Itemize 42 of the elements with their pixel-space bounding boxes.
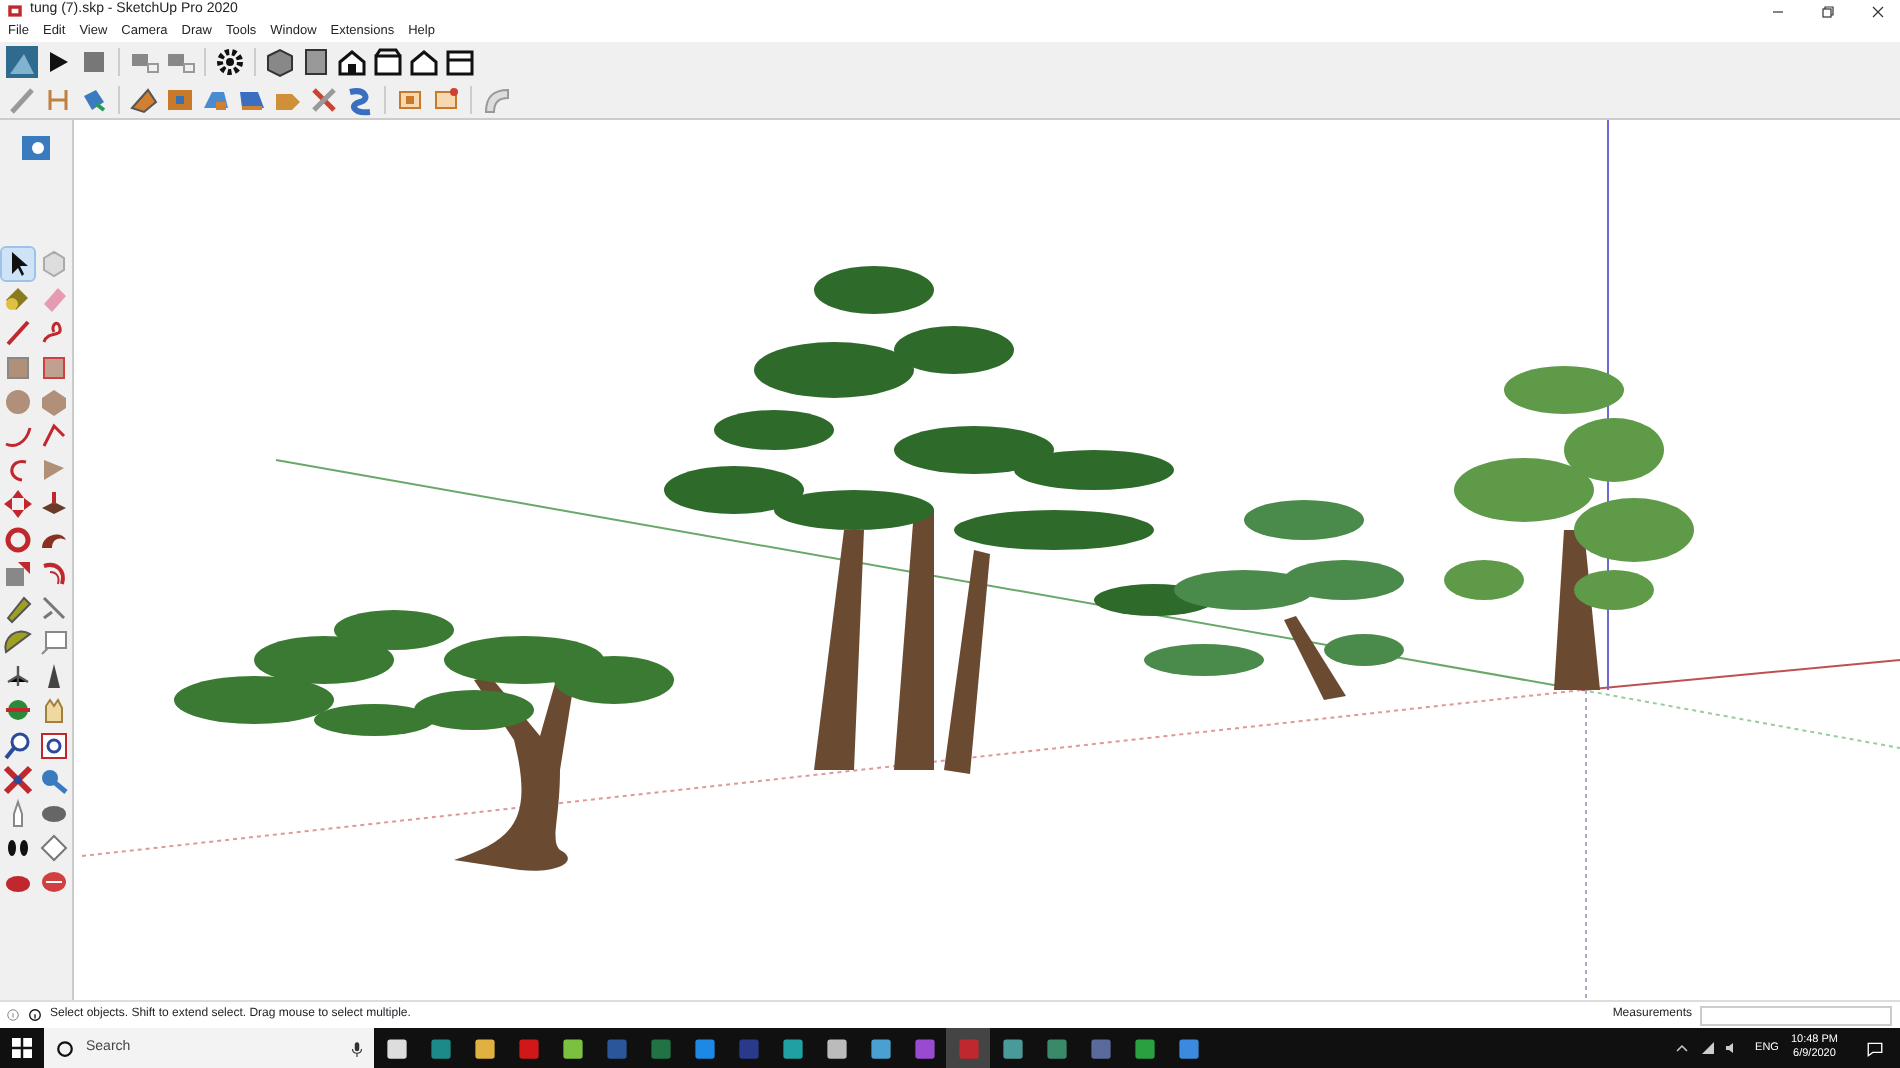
wedge-shape-icon[interactable]	[128, 83, 160, 115]
house-outline-icon[interactable]	[408, 45, 440, 77]
cross-icon[interactable]	[308, 83, 340, 115]
rotated-rectangle-icon[interactable]	[38, 351, 70, 384]
cube-view-icon[interactable]	[264, 45, 296, 77]
scale-icon[interactable]	[2, 557, 34, 590]
measurements-field[interactable]	[1700, 1005, 1892, 1025]
arc-two-point-icon[interactable]	[38, 419, 70, 452]
chevron-up-icon[interactable]	[1673, 1040, 1690, 1056]
protractor-icon[interactable]	[2, 626, 34, 659]
bucket-icon[interactable]	[2, 282, 34, 315]
restore-icon[interactable]	[1820, 3, 1836, 19]
box-front-icon[interactable]	[444, 45, 476, 77]
frame-corner-icon[interactable]	[430, 83, 462, 115]
zoom-icon[interactable]	[2, 729, 34, 762]
polygon-icon[interactable]	[38, 385, 70, 418]
swirl-icon[interactable]	[344, 83, 376, 115]
app-logo-icon	[6, 2, 24, 20]
scene-thumbnail-icon[interactable]	[6, 45, 38, 77]
close-icon[interactable]	[1870, 3, 1886, 19]
box-lid-icon[interactable]	[372, 45, 404, 77]
zoom-extents-icon[interactable]	[2, 763, 34, 796]
move-icon[interactable]	[2, 488, 34, 521]
rectangle-icon[interactable]	[2, 351, 34, 384]
help-icon[interactable]	[6, 1008, 20, 1022]
settings-icon[interactable]	[214, 45, 246, 77]
box-view-icon[interactable]	[300, 45, 332, 77]
search-icon[interactable]	[56, 1039, 74, 1057]
circle-icon[interactable]	[2, 385, 34, 418]
house-icon[interactable]	[336, 45, 368, 77]
section-plane-icon[interactable]	[38, 832, 70, 865]
dimension-arrows-icon[interactable]	[38, 591, 70, 624]
rotate-icon[interactable]	[2, 523, 34, 555]
zoom-window-icon[interactable]	[38, 729, 70, 762]
offset-icon[interactable]	[38, 557, 70, 590]
line-pencil-icon[interactable]	[2, 316, 34, 349]
notification-icon[interactable]	[1866, 1039, 1884, 1057]
microphone-icon[interactable]	[348, 1039, 366, 1057]
info-icon[interactable]	[28, 1008, 42, 1022]
windows-logo-icon[interactable]	[12, 1038, 32, 1058]
network-icon[interactable]	[1699, 1040, 1716, 1056]
tape-measure-icon[interactable]	[2, 591, 34, 624]
